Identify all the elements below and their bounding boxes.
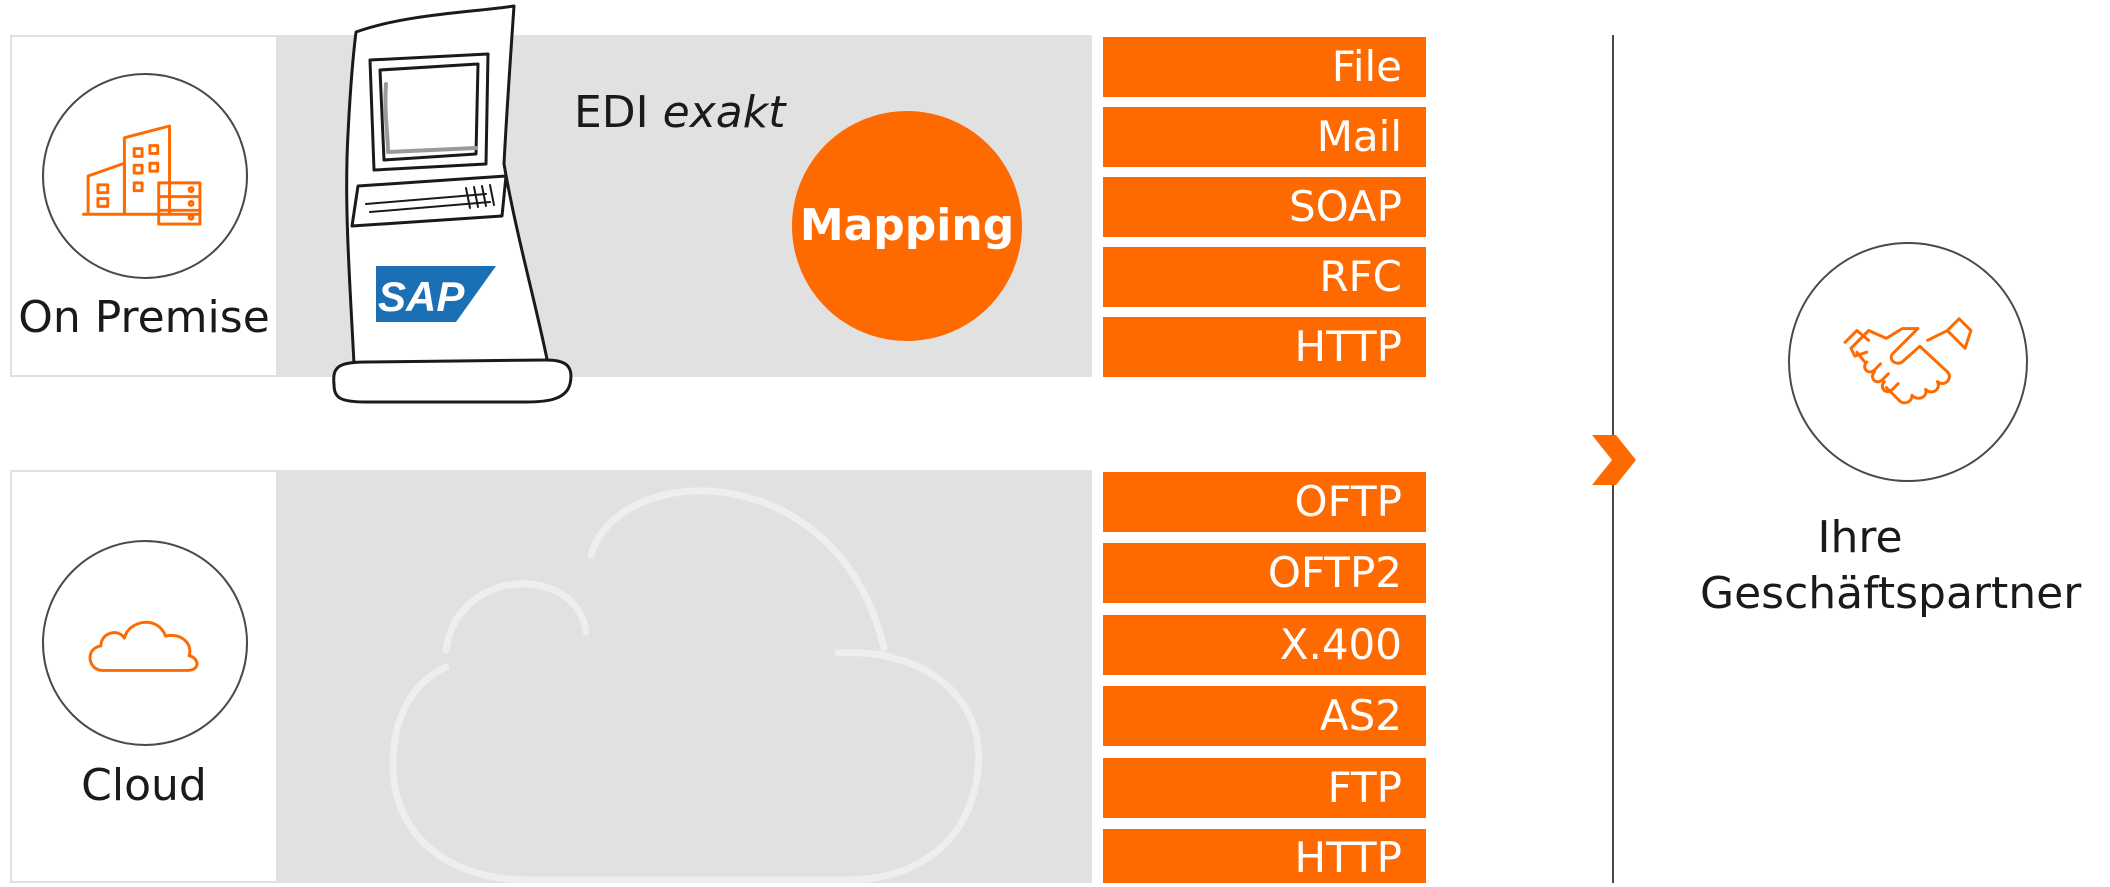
on-premise-icon-circle — [42, 73, 248, 279]
partner-label-line2: Geschäftspartner — [1700, 568, 2082, 619]
on-premise-label: On Premise — [18, 292, 270, 343]
office-building-server-icon — [82, 124, 202, 226]
protocol-soap: SOAP — [1103, 177, 1426, 237]
mapping-badge: Mapping — [792, 111, 1022, 341]
partner-label-line1: Ihre — [1817, 512, 1903, 563]
protocol-file: File — [1103, 37, 1426, 97]
handshake-icon — [1843, 317, 1973, 405]
protocol-rfc: RFC — [1103, 247, 1426, 307]
protocol-oftp: OFTP — [1103, 472, 1426, 532]
protocol-http-onprem: HTTP — [1103, 317, 1426, 377]
cloud-label: Cloud — [81, 760, 207, 811]
protocol-x400: X.400 — [1103, 615, 1426, 675]
edi-name: EDI — [574, 87, 649, 138]
sap-terminal-illustration: SAP — [326, 4, 578, 406]
sap-logo-text: SAP — [378, 273, 465, 320]
partner-label: Ihre Geschäftspartner — [1700, 510, 2082, 622]
partner-icon-circle — [1788, 242, 2028, 482]
cloud-watermark-icon — [388, 485, 988, 884]
cloud-icon — [88, 620, 199, 672]
protocol-as2: AS2 — [1103, 686, 1426, 746]
protocol-ftp: FTP — [1103, 758, 1426, 818]
chevron-right-icon — [1588, 433, 1640, 487]
protocol-http-cloud: HTTP — [1103, 829, 1426, 883]
cloud-icon-circle — [42, 540, 248, 746]
edi-suffix: exakt — [662, 87, 786, 138]
protocol-mail: Mail — [1103, 107, 1426, 167]
protocol-oftp2: OFTP2 — [1103, 543, 1426, 603]
edi-exakt-title: EDI exakt — [574, 87, 785, 138]
